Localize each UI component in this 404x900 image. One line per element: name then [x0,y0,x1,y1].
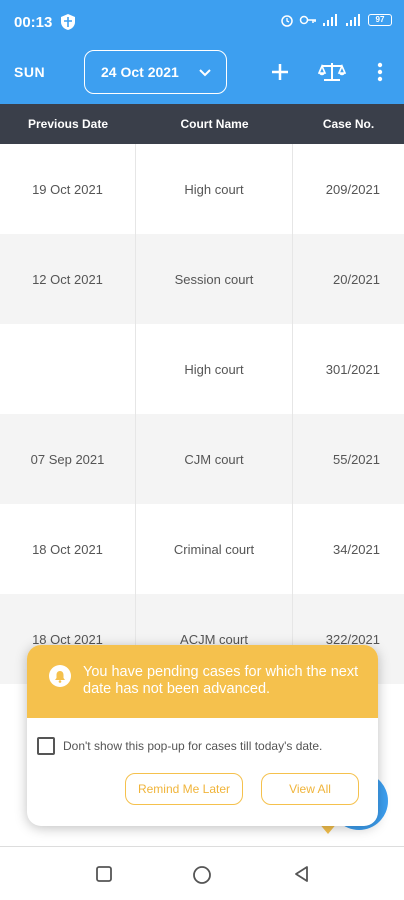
previous-date-cell: 07 Sep 2021 [0,414,136,504]
chevron-down-icon [199,69,211,77]
dont-show-label: Don't show this pop-up for cases till to… [63,739,323,753]
table-row[interactable]: 18 Oct 2021 Criminal court 34/2021 [0,504,404,594]
table-row[interactable]: 12 Oct 2021 Session court 20/2021 [0,234,404,324]
date-picker-button[interactable]: 24 Oct 2021 [84,50,227,94]
column-header-previous-date: Previous Date [27,117,109,131]
home-icon[interactable] [192,865,212,885]
table-row[interactable]: 07 Sep 2021 CJM court 55/2021 [0,414,404,504]
day-label: SUN [14,64,46,80]
add-button[interactable] [266,58,294,86]
plus-icon [272,64,288,80]
court-name-cell: Session court [136,234,293,324]
case-no-cell: 34/2021 [333,541,380,557]
status-time: 00:13 [14,14,53,31]
view-all-button[interactable]: View All [261,773,359,805]
selected-date: 24 Oct 2021 [101,64,179,80]
status-bar: 00:13 97 [0,0,404,44]
case-no-cell: 55/2021 [333,451,380,467]
table-row[interactable]: High court 301/2021 [0,324,404,414]
system-nav-bar [0,846,404,900]
table-row[interactable]: 19 Oct 2021 High court 209/2021 [0,144,404,234]
court-name-cell: CJM court [136,414,293,504]
previous-date-cell: 18 Oct 2021 [0,504,136,594]
bell-icon [49,665,71,687]
dont-show-checkbox[interactable] [37,737,55,755]
more-vertical-icon [377,62,383,82]
column-header-case-no: Case No. [322,117,375,131]
status-icons: 97 [280,13,392,27]
dont-show-row: Don't show this pop-up for cases till to… [37,737,322,755]
popup-message: You have pending cases for which the nex… [83,664,359,697]
signal-icon [323,14,337,26]
case-no-cell: 209/2021 [325,181,380,197]
case-no-cell: 20/2021 [333,271,380,287]
recent-apps-icon[interactable] [95,865,113,883]
scales-icon [318,63,346,81]
court-name-cell: Criminal court [136,504,293,594]
back-icon[interactable] [293,865,311,883]
previous-date-cell: 19 Oct 2021 [0,144,136,234]
key-icon [299,15,316,25]
column-header-court-name: Court Name [180,117,249,131]
battery-icon: 97 [368,14,392,26]
more-options-button[interactable] [366,58,394,86]
case-no-cell: 301/2021 [325,361,380,377]
app-toolbar: SUN 24 Oct 2021 [0,44,404,104]
previous-date-cell [0,324,136,414]
court-name-cell: High court [136,324,293,414]
court-filter-button[interactable] [318,58,346,86]
alarm-icon [281,15,293,27]
wifi-signal-icon [346,14,360,26]
table-header: Previous Date Court Name Case No. [0,104,404,144]
shield-icon [61,14,75,30]
court-name-cell: High court [136,144,293,234]
popup-header: You have pending cases for which the nex… [27,645,378,718]
previous-date-cell: 12 Oct 2021 [0,234,136,324]
pending-cases-popup: You have pending cases for which the nex… [27,645,378,826]
remind-me-later-button[interactable]: Remind Me Later [125,773,243,805]
